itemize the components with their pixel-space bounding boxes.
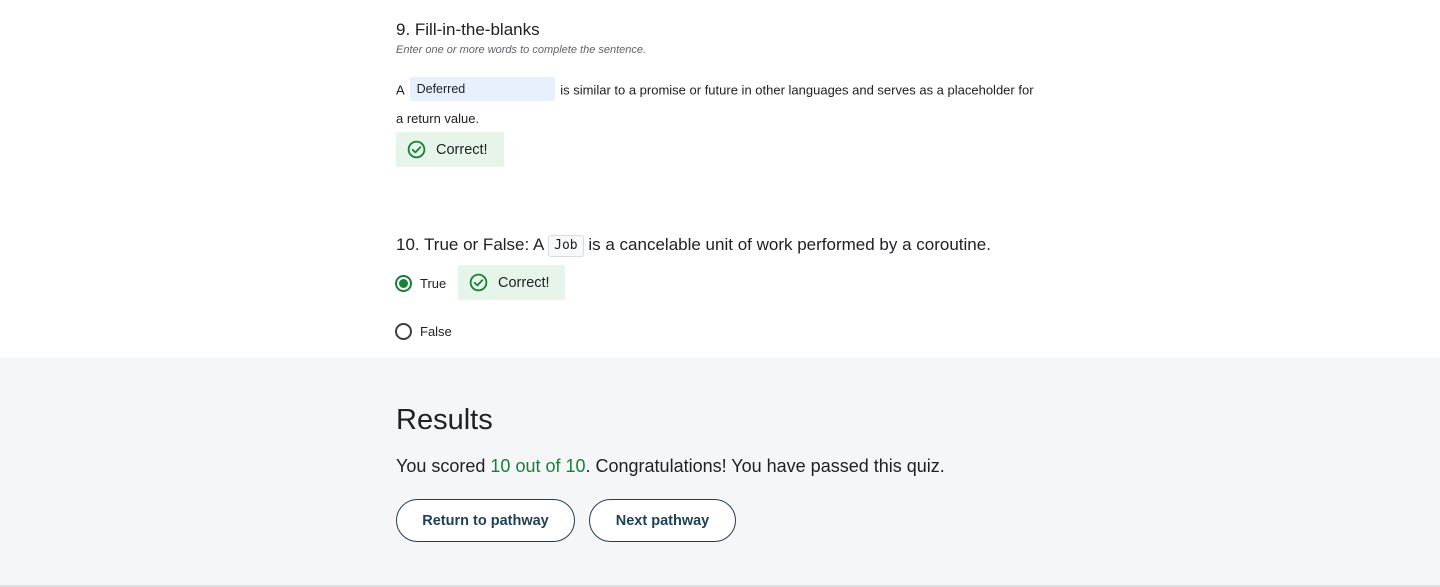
sentence-end: a return value. bbox=[396, 111, 480, 126]
question-9-title: 9. Fill-in-the-blanks bbox=[396, 20, 540, 39]
option-true[interactable]: True bbox=[395, 275, 446, 292]
check-circle-icon bbox=[469, 273, 488, 292]
question-9-sentence: A Deferred is similar to a promise or fu… bbox=[396, 77, 1046, 129]
next-pathway-button[interactable]: Next pathway bbox=[589, 499, 736, 542]
radio-unselected-icon[interactable] bbox=[395, 323, 412, 340]
return-to-pathway-button[interactable]: Return to pathway bbox=[396, 499, 575, 542]
question-9-hint: Enter one or more words to complete the … bbox=[396, 44, 647, 56]
option-false[interactable]: False bbox=[395, 323, 452, 340]
blank-input[interactable]: Deferred bbox=[409, 77, 555, 101]
question-9-feedback-badge: Correct! bbox=[396, 132, 504, 167]
inline-code: Job bbox=[548, 235, 584, 257]
radio-selected-icon[interactable] bbox=[395, 275, 412, 292]
score-value: 10 out of 10 bbox=[490, 456, 586, 476]
check-circle-icon bbox=[407, 140, 426, 159]
results-section: Results You scored 10 out of 10. Congrat… bbox=[0, 358, 1440, 585]
question-10-title-start: 10. True or False: A bbox=[396, 235, 544, 254]
results-text-start: You scored bbox=[396, 456, 486, 476]
results-summary: You scored 10 out of 10. Congratulations… bbox=[396, 455, 945, 477]
sentence-start: A bbox=[396, 82, 404, 98]
question-10-feedback-badge: Correct! bbox=[458, 265, 565, 300]
option-label: False bbox=[420, 324, 452, 339]
question-10-title-end: is a cancelable unit of work performed b… bbox=[588, 235, 991, 254]
results-title: Results bbox=[396, 404, 493, 436]
feedback-text: Correct! bbox=[498, 274, 550, 291]
feedback-text: Correct! bbox=[436, 141, 488, 158]
sentence-continuation: is similar to a promise or future in oth… bbox=[560, 82, 1034, 98]
question-10-title: 10. True or False: A Job is a cancelable… bbox=[396, 234, 991, 258]
option-label: True bbox=[420, 276, 447, 291]
results-text-end: . Congratulations! You have passed this … bbox=[585, 456, 945, 476]
